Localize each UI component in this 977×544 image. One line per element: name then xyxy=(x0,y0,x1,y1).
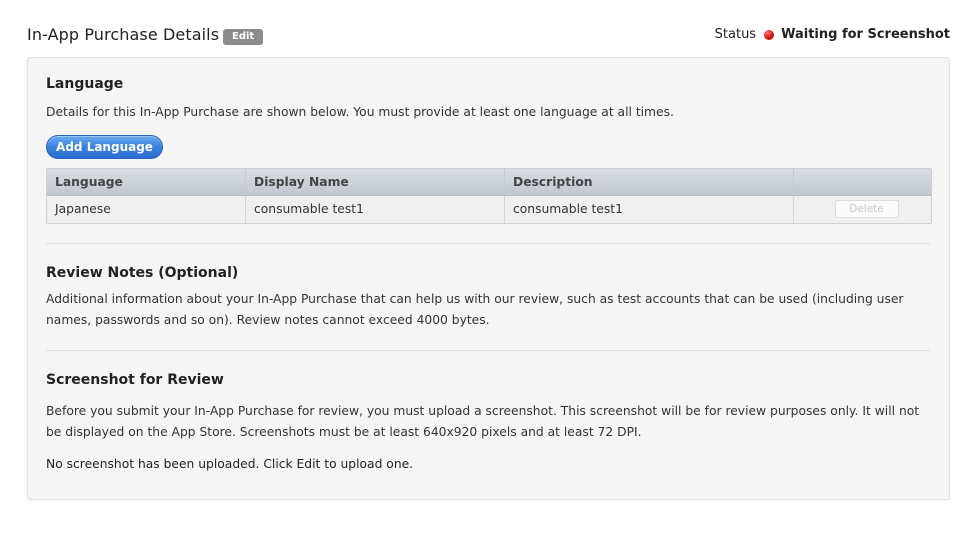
page-header: In-App Purchase Details Edit Status Wait… xyxy=(27,22,950,48)
language-table: Language Display Name Description Japane… xyxy=(46,168,932,224)
screenshot-description: Before you submit your In-App Purchase f… xyxy=(46,404,920,439)
cell-description: consumable test1 xyxy=(505,196,794,223)
status-indicator: Status Waiting for Screenshot xyxy=(715,27,950,42)
column-header-description: Description xyxy=(505,169,794,195)
table-row[interactable]: Japanese consumable test1 consumable tes… xyxy=(47,196,931,223)
language-description: Details for this In-App Purchase are sho… xyxy=(46,105,674,119)
delete-button[interactable]: Delete xyxy=(834,200,899,218)
cell-actions: Delete xyxy=(794,196,931,223)
language-section-title: Language xyxy=(46,76,124,92)
section-divider xyxy=(46,350,930,351)
screenshot-empty-message: No screenshot has been uploaded. Click E… xyxy=(46,457,414,471)
cell-language: Japanese xyxy=(47,196,246,223)
add-language-button[interactable]: Add Language xyxy=(46,135,163,159)
review-notes-title: Review Notes (Optional) xyxy=(46,265,239,281)
status-label: Status xyxy=(714,27,757,42)
column-header-display-name: Display Name xyxy=(246,169,505,195)
details-panel: Language Details for this In-App Purchas… xyxy=(27,57,950,500)
review-notes-description: Additional information about your In-App… xyxy=(46,292,904,327)
column-header-actions xyxy=(794,169,931,195)
edit-button[interactable]: Edit xyxy=(223,29,264,45)
screenshot-section-title: Screenshot for Review xyxy=(46,372,224,388)
column-header-language: Language xyxy=(47,169,246,195)
status-dot-icon xyxy=(764,29,775,40)
table-header: Language Display Name Description xyxy=(47,169,931,196)
status-value: Waiting for Screenshot xyxy=(781,27,950,42)
section-divider xyxy=(46,243,930,244)
page-title: In-App Purchase Details xyxy=(27,25,220,44)
cell-display-name: consumable test1 xyxy=(246,196,505,223)
